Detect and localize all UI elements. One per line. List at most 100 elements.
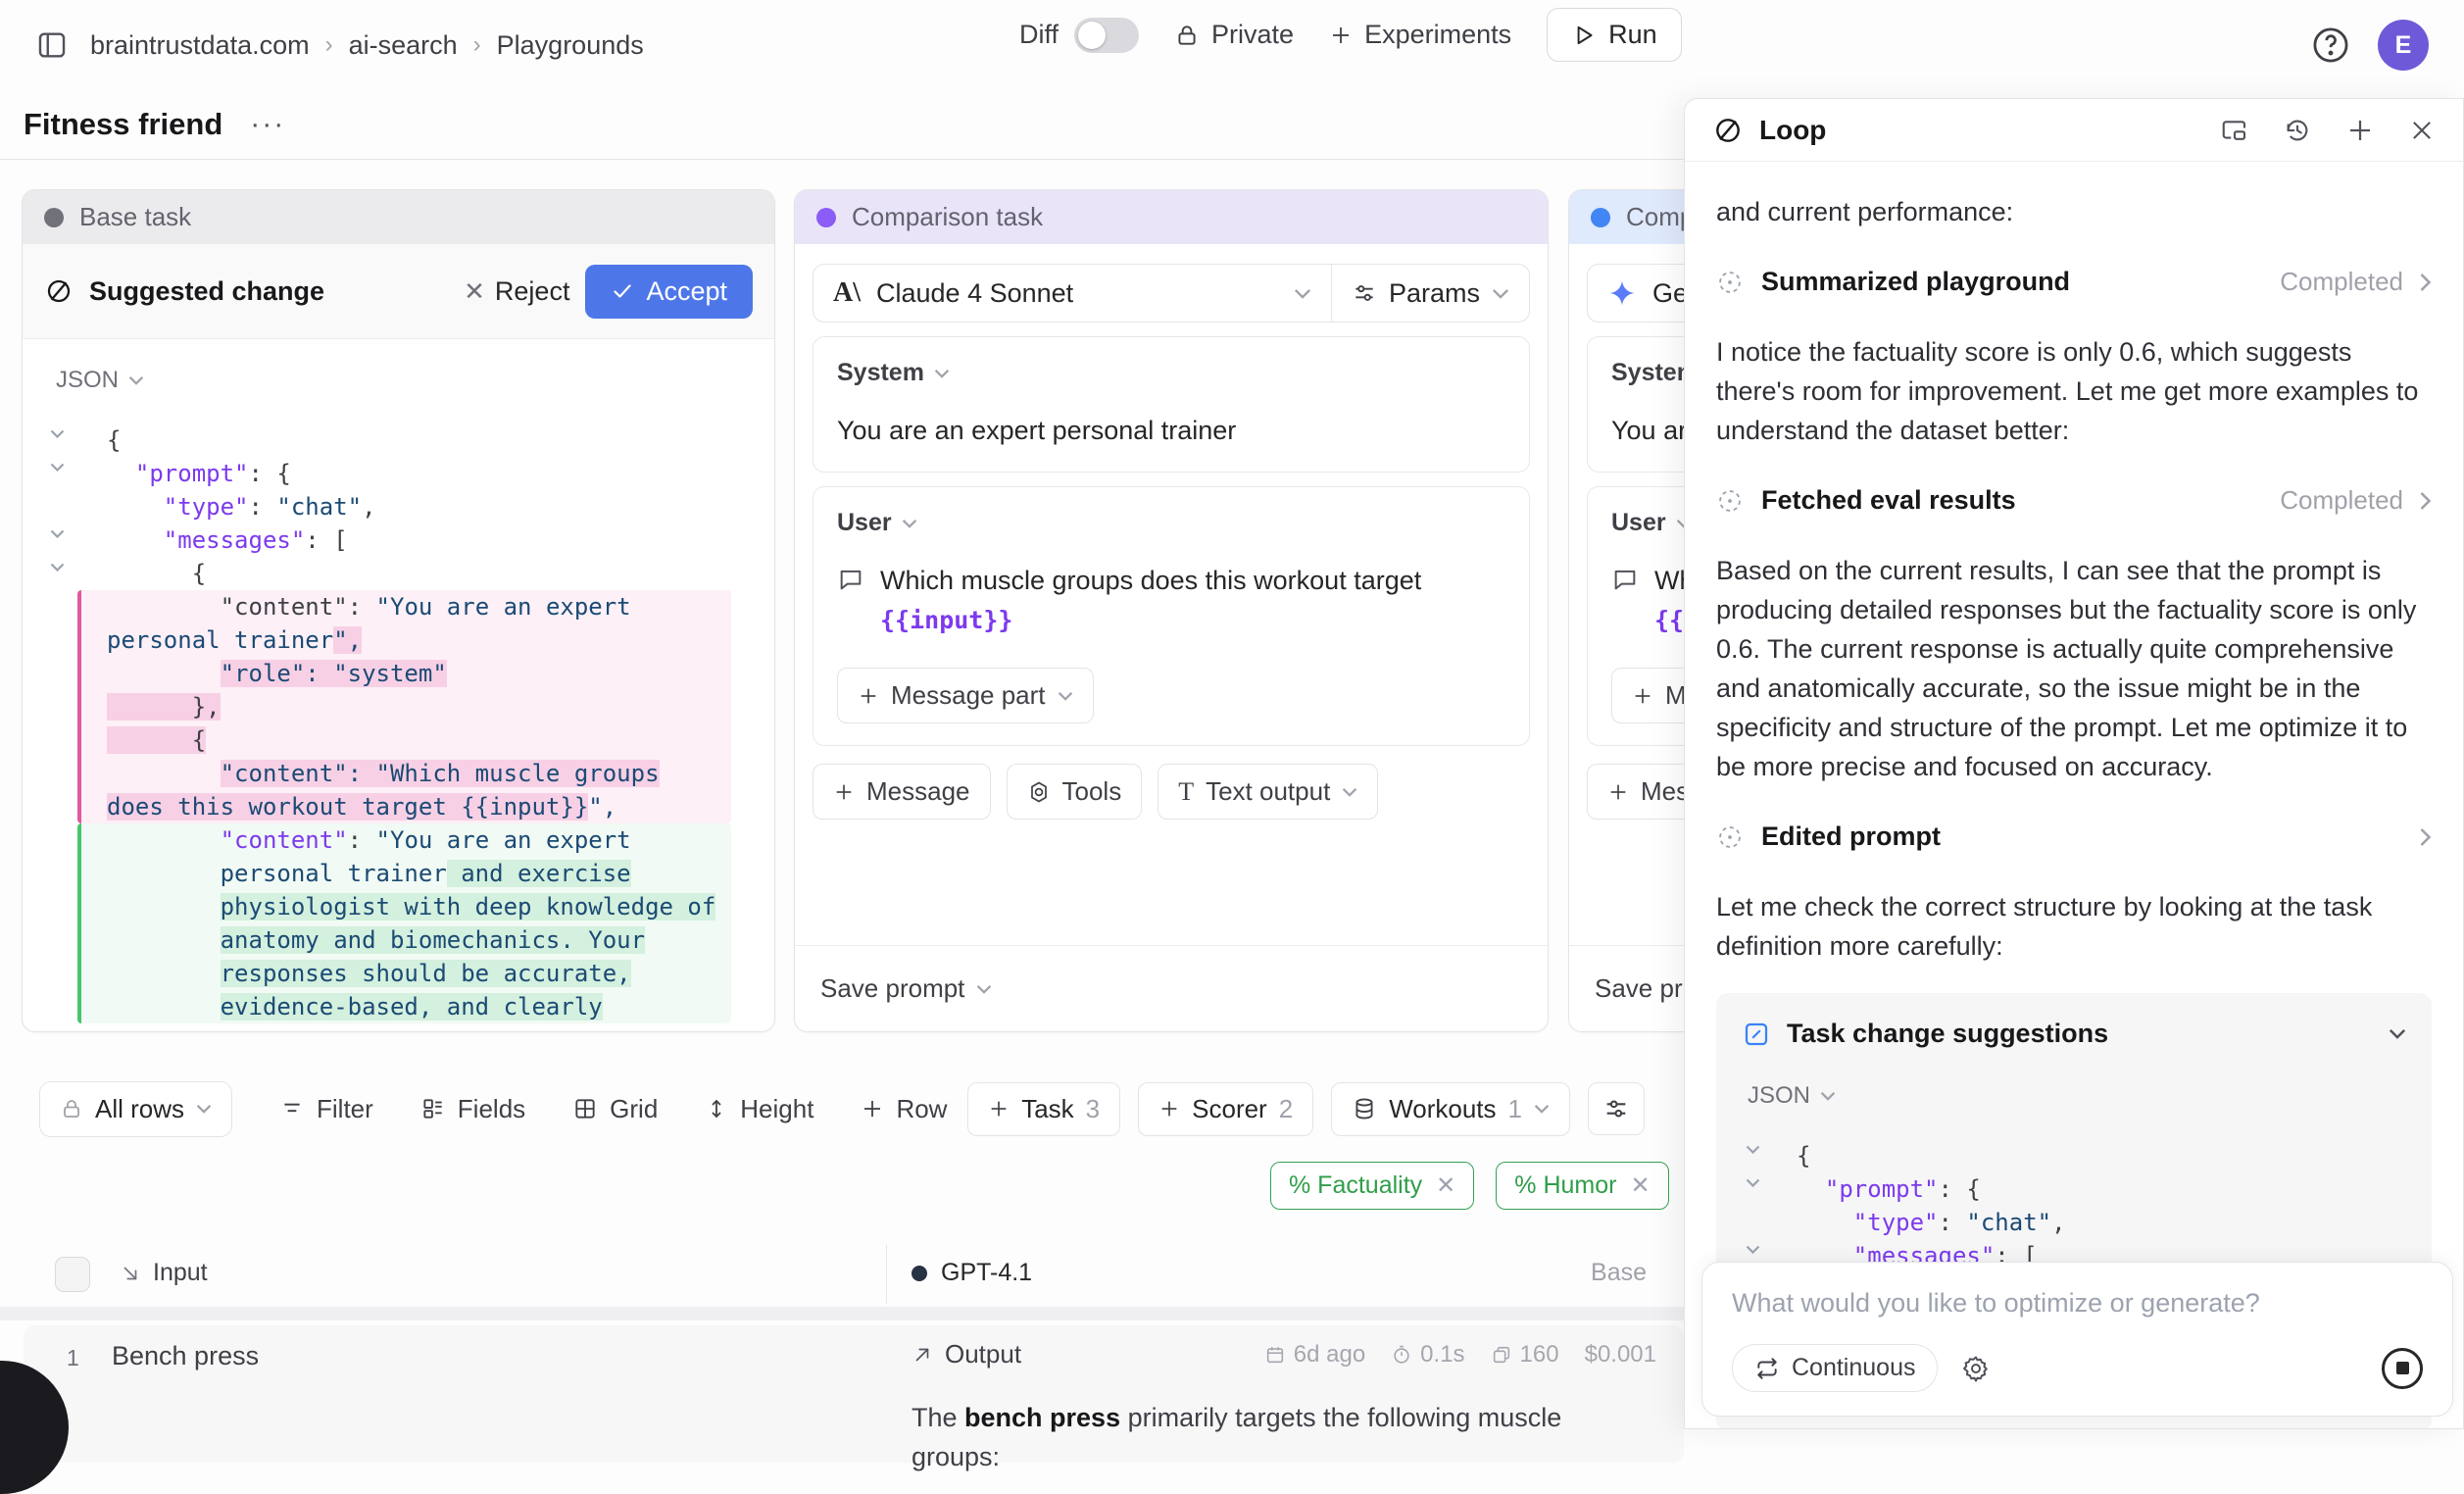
third-save-prompt-button[interactable]: Save pr: [1595, 973, 1683, 1004]
add-row-button[interactable]: Row: [861, 1094, 947, 1124]
grid-icon: [572, 1096, 598, 1121]
table-settings-button[interactable]: [1588, 1082, 1645, 1135]
loop-step-summarized[interactable]: Summarized playground Completed: [1716, 267, 2432, 297]
code-line: "role": "system": [107, 657, 721, 690]
humor-badge[interactable]: % Humor ✕: [1496, 1162, 1668, 1210]
system-message-card[interactable]: System You are an expert personal traine…: [813, 336, 1530, 473]
filter-button[interactable]: Filter: [279, 1094, 373, 1124]
new-chat-icon[interactable]: [2345, 116, 2375, 145]
loop-step-fetched[interactable]: Fetched eval results Completed: [1716, 485, 2432, 516]
model-selector-row: A\ Claude 4 Sonnet Params: [813, 264, 1530, 323]
experiments-button[interactable]: Experiments: [1329, 20, 1511, 50]
code-line: {: [23, 423, 774, 457]
plus-icon: [833, 781, 855, 803]
private-button[interactable]: Private: [1174, 20, 1294, 50]
collapse-chevron-icon[interactable]: [50, 563, 65, 572]
save-prompt-row: Save prompt: [795, 945, 1548, 1031]
task-change-suggestions-header[interactable]: Task change suggestions: [1742, 1019, 2406, 1049]
loop-paragraph: I notice the factuality score is only 0.…: [1716, 332, 2432, 450]
gemini-icon: [1607, 278, 1637, 308]
run-button[interactable]: Run: [1547, 8, 1682, 62]
arrow-up-right-icon: [912, 1344, 933, 1366]
message-bubble-icon: [1611, 566, 1639, 593]
factuality-badge[interactable]: % Factuality ✕: [1270, 1162, 1474, 1210]
collapse-chevron-icon[interactable]: [1746, 1178, 1760, 1187]
output-text[interactable]: The bench press primarily targets the fo…: [912, 1398, 1645, 1476]
breadcrumb-project[interactable]: ai-search: [349, 30, 458, 61]
collapse-chevron-icon[interactable]: [1746, 1145, 1760, 1154]
model-select[interactable]: A\ Claude 4 Sonnet: [813, 265, 1331, 322]
check-icon: [611, 279, 634, 303]
remove-icon[interactable]: ✕: [1436, 1171, 1455, 1200]
plus-icon: [988, 1098, 1010, 1120]
model-column-header[interactable]: GPT-4.1: [912, 1259, 1032, 1287]
loop-conversation[interactable]: and current performance: Summarized play…: [1685, 163, 2463, 1428]
user-message-card[interactable]: User Which muscle groups does this worko…: [813, 486, 1530, 746]
loop-prompt-input[interactable]: [1732, 1288, 2423, 1319]
system-role-select[interactable]: System: [837, 359, 1505, 387]
add-task-button[interactable]: Task 3: [967, 1082, 1120, 1136]
loop-title: Loop: [1759, 115, 1826, 146]
popout-icon[interactable]: [2220, 116, 2249, 145]
tools-button[interactable]: Tools: [1007, 764, 1143, 820]
column-divider[interactable]: [886, 1245, 887, 1304]
message-part-button[interactable]: Message part: [837, 668, 1094, 723]
json-format-select[interactable]: JSON: [23, 367, 774, 394]
collapse-chevron-icon[interactable]: [50, 529, 65, 538]
code-line: "content": "You are an expert: [107, 823, 721, 857]
select-all-checkbox[interactable]: [55, 1257, 90, 1292]
loop-input-card: Continuous: [1701, 1262, 2453, 1417]
accept-button[interactable]: Accept: [585, 265, 753, 319]
base-json-editor[interactable]: JSON { "prompt": { "type": "chat", "mess…: [23, 339, 774, 1023]
cost-value: $0.001: [1585, 1341, 1656, 1369]
grid-button[interactable]: Grid: [572, 1094, 658, 1124]
scorer-badges: % Factuality ✕ % Humor ✕: [1270, 1162, 1669, 1210]
user-role-select[interactable]: User: [837, 509, 1505, 537]
plus-icon: [858, 685, 879, 707]
breadcrumb-section[interactable]: Playgrounds: [497, 30, 644, 61]
gear-icon[interactable]: [1961, 1354, 1991, 1383]
params-button[interactable]: Params: [1331, 265, 1529, 322]
loop-step-edited[interactable]: Edited prompt: [1716, 822, 2432, 852]
breadcrumb-org[interactable]: braintrustdata.com: [90, 30, 310, 61]
input-column-header[interactable]: Input: [120, 1259, 208, 1287]
stop-button[interactable]: [2382, 1348, 2423, 1389]
text-output-button[interactable]: T Text output: [1158, 764, 1378, 820]
code-line: },: [107, 690, 721, 723]
more-menu-icon[interactable]: ···: [250, 108, 285, 141]
collapse-chevron-icon[interactable]: [1746, 1245, 1760, 1254]
avatar[interactable]: E: [2378, 20, 2429, 71]
table-row[interactable]: 1 Bench press Output 6d ago 0.1s 160 $0.…: [24, 1325, 1684, 1463]
system-message-text[interactable]: You are an expert personal trainer: [837, 411, 1505, 450]
fields-button[interactable]: Fields: [420, 1094, 525, 1124]
step-status-icon: [1716, 823, 1744, 851]
collapse-chevron-icon[interactable]: [50, 463, 65, 472]
save-prompt-button[interactable]: Save prompt: [820, 973, 992, 1004]
page-title: Fitness friend: [24, 107, 222, 142]
collapse-chevron-icon[interactable]: [50, 429, 65, 438]
help-icon[interactable]: [2309, 24, 2352, 67]
sidebar-toggle-icon[interactable]: [35, 28, 69, 62]
reject-button[interactable]: ✕ Reject: [464, 276, 569, 307]
database-icon: [1352, 1096, 1377, 1121]
all-rows-select[interactable]: All rows: [39, 1081, 232, 1137]
diff-toggle[interactable]: [1074, 18, 1139, 53]
diff-added-block: "content": "You are an expert personal t…: [77, 823, 731, 1023]
code-line: "content": "Which muscle groups: [107, 757, 721, 790]
remove-icon[interactable]: ✕: [1630, 1171, 1650, 1200]
history-icon[interactable]: [2283, 116, 2312, 145]
add-message-button[interactable]: Message: [813, 764, 991, 820]
loop-intro-text: and current performance:: [1716, 192, 2432, 231]
row-input-cell[interactable]: Bench press: [112, 1341, 259, 1371]
plus-icon: [1632, 685, 1653, 707]
json-format-select[interactable]: JSON: [1748, 1082, 2406, 1110]
add-scorer-button[interactable]: Scorer 2: [1138, 1082, 1313, 1136]
continuous-mode-button[interactable]: Continuous: [1732, 1344, 1938, 1392]
close-icon[interactable]: [2408, 117, 2436, 144]
dataset-select[interactable]: Workouts 1: [1331, 1082, 1570, 1136]
code-line: "type": "chat",: [23, 490, 774, 523]
height-button[interactable]: Height: [705, 1094, 813, 1124]
filter-icon: [279, 1096, 305, 1121]
user-message-text[interactable]: Which muscle groups does this workout ta…: [880, 561, 1505, 640]
output-label[interactable]: Output: [945, 1339, 1021, 1370]
